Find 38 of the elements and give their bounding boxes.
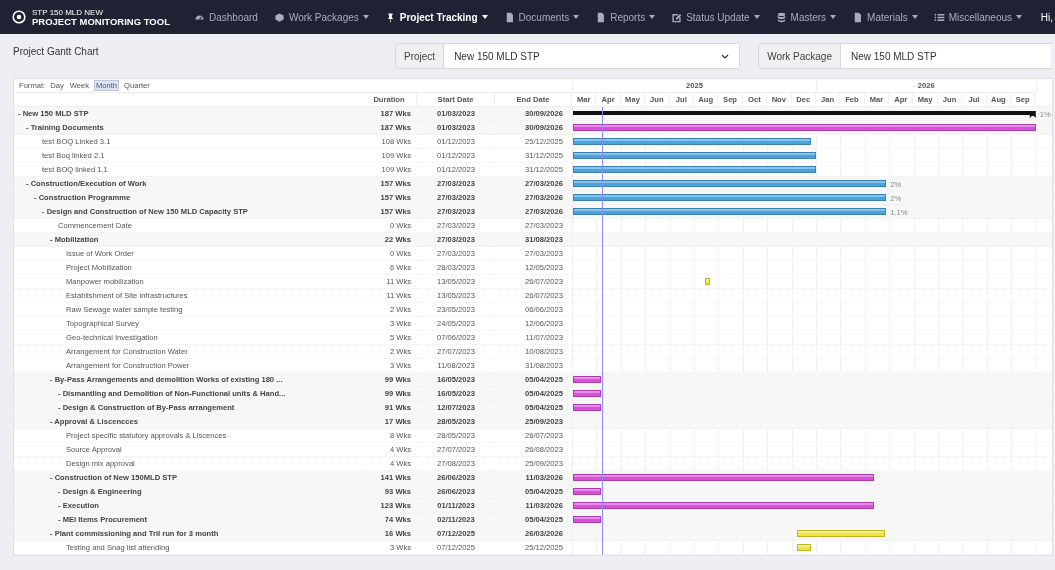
task-bar[interactable]: [573, 502, 874, 509]
task-bar[interactable]: [573, 152, 817, 159]
nav-item[interactable]: Masters: [767, 11, 845, 23]
task-bar[interactable]: [573, 180, 887, 187]
page-title: Project Gantt Chart: [13, 45, 100, 57]
task-bar[interactable]: [573, 404, 601, 411]
task-bar[interactable]: [573, 376, 601, 383]
task-bar[interactable]: [797, 544, 812, 551]
database-icon: [775, 11, 787, 23]
task-bar[interactable]: [573, 488, 601, 495]
task-bar[interactable]: [573, 124, 1036, 131]
task-bar[interactable]: [573, 166, 817, 173]
task-bar[interactable]: [573, 390, 601, 397]
cube-icon: [273, 11, 285, 23]
user-greeting: Hi,: [1040, 11, 1054, 23]
document-icon: [595, 11, 607, 23]
list-icon: [933, 11, 945, 23]
task-bar[interactable]: [704, 278, 710, 285]
nav-item[interactable]: Reports: [587, 11, 664, 23]
nav-item[interactable]: Project Tracking: [376, 11, 496, 23]
task-bar[interactable]: [573, 208, 887, 215]
task-bar[interactable]: [573, 474, 874, 481]
logo-icon: [12, 10, 26, 24]
summary-bar[interactable]: [573, 110, 1036, 119]
edit-icon: [671, 11, 683, 23]
document-icon: [852, 11, 864, 23]
task-bar[interactable]: [797, 530, 886, 537]
task-bar[interactable]: [573, 194, 887, 201]
task-bar[interactable]: [573, 516, 601, 523]
task-bar[interactable]: [573, 138, 812, 145]
brand-subtitle: STP 150 MLD NEW: [32, 8, 104, 17]
nav-item[interactable]: Miscellaneous: [925, 11, 1031, 23]
nav-item[interactable]: Status Update: [663, 11, 768, 23]
nav-item[interactable]: Work Packages: [265, 11, 377, 23]
nav-item[interactable]: Materials: [844, 11, 926, 23]
brand-title: PROJECT MONITORING TOOL: [32, 17, 170, 26]
nav-item[interactable]: Documents: [495, 11, 588, 23]
nav-item[interactable]: Dashboard: [186, 11, 266, 23]
